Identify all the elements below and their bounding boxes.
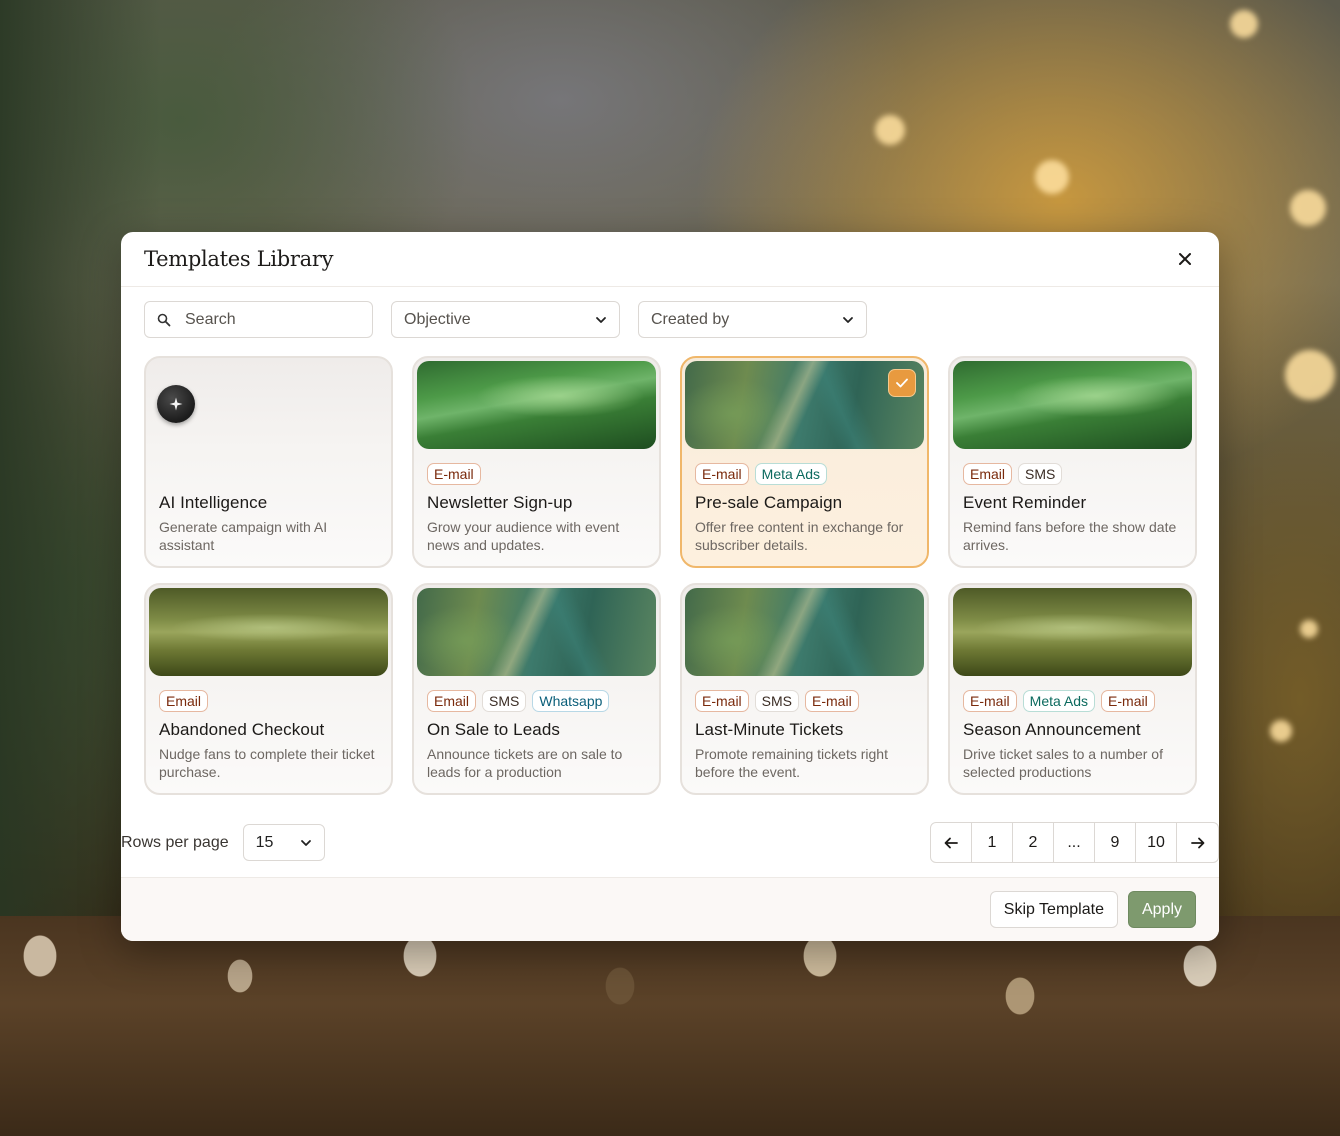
modal-header: Templates Library	[121, 232, 1219, 287]
check-icon	[896, 378, 908, 388]
card-tags: E-mail Meta Ads	[695, 463, 924, 485]
close-icon	[1179, 253, 1191, 265]
tag-email: E-mail	[695, 690, 749, 712]
page-button-10[interactable]: 10	[1136, 823, 1177, 862]
card-thumbnail	[953, 361, 1192, 449]
selected-check-badge	[888, 369, 916, 397]
card-thumbnail	[685, 588, 924, 676]
tag-email: E-mail	[1101, 690, 1155, 712]
bokeh-light	[875, 115, 905, 145]
chevron-down-icon	[595, 316, 607, 324]
card-thumbnail	[417, 361, 656, 449]
card-title: AI Intelligence	[159, 493, 268, 512]
tag-meta-ads: Meta Ads	[1022, 690, 1096, 712]
card-title: Season Announcement	[963, 720, 1141, 739]
search-icon	[157, 313, 171, 327]
tag-email: Email	[427, 690, 477, 712]
card-tags: Email SMS Whatsapp	[427, 690, 656, 712]
card-description: Grow your audience with event news and u…	[427, 519, 620, 553]
card-description: Offer free content in exchange for subsc…	[695, 519, 904, 553]
template-card-abandoned-checkout[interactable]: Email Abandoned Checkout Nudge fans to c…	[144, 583, 393, 795]
card-thumbnail	[685, 361, 924, 449]
template-grid: AI Intelligence Generate campaign with A…	[144, 356, 1197, 795]
arrow-right-icon	[1190, 837, 1204, 848]
template-card-newsletter-signup[interactable]: E-mail Newsletter Sign-up Grow your audi…	[412, 356, 661, 568]
search-input[interactable]	[185, 310, 355, 329]
tag-email: E-mail	[695, 463, 749, 485]
tag-sms: SMS	[482, 690, 527, 712]
tag-email: E-mail	[427, 463, 481, 485]
template-card-event-reminder[interactable]: Email SMS Event Reminder Remind fans bef…	[948, 356, 1197, 568]
card-description: Nudge fans to complete their ticket purc…	[159, 746, 375, 780]
card-tags: Email SMS	[963, 463, 1192, 485]
close-button[interactable]	[1173, 247, 1197, 271]
card-description: Drive ticket sales to a number of select…	[963, 746, 1163, 780]
card-title: Newsletter Sign-up	[427, 493, 573, 512]
objective-select[interactable]: Objective	[391, 301, 620, 338]
tag-sms: SMS	[754, 690, 800, 712]
card-title: Event Reminder	[963, 493, 1087, 512]
created-by-select[interactable]: Created by	[638, 301, 867, 338]
tag-whatsapp: Whatsapp	[532, 690, 610, 712]
skip-template-button[interactable]: Skip Template	[989, 891, 1118, 928]
page-button-2[interactable]: 2	[1013, 823, 1054, 862]
created-by-select-label: Created by	[651, 310, 730, 328]
card-tags: E-mail SMS E-mail	[695, 690, 924, 712]
card-title: On Sale to Leads	[427, 720, 560, 739]
page-button-9[interactable]: 9	[1095, 823, 1136, 862]
tag-sms: SMS	[1018, 463, 1063, 485]
tag-email: Email	[963, 463, 1013, 485]
card-thumbnail	[149, 588, 388, 676]
card-title: Abandoned Checkout	[159, 720, 325, 739]
pagination: 1 2 ... 9 10	[930, 822, 1219, 863]
tag-email: Email	[159, 690, 209, 712]
bokeh-light	[1300, 620, 1318, 638]
tag-email: E-mail	[805, 690, 859, 712]
template-card-on-sale-to-leads[interactable]: Email SMS Whatsapp On Sale to Leads Anno…	[412, 583, 661, 795]
card-thumbnail	[417, 588, 656, 676]
search-field[interactable]	[144, 301, 373, 338]
card-tags: Email	[159, 690, 388, 712]
filter-bar: Objective Created by	[144, 301, 867, 338]
card-description: Remind fans before the show date arrives…	[963, 519, 1177, 553]
prev-page-button[interactable]	[931, 823, 972, 862]
template-card-last-minute-tickets[interactable]: E-mail SMS E-mail Last-Minute Tickets Pr…	[680, 583, 929, 795]
background-crowd	[0, 916, 1340, 1136]
card-description: Generate campaign with AI assistant	[159, 519, 328, 553]
next-page-button[interactable]	[1177, 823, 1218, 862]
bokeh-light	[1035, 160, 1069, 194]
bokeh-light	[1270, 720, 1292, 742]
apply-button[interactable]: Apply	[1127, 891, 1196, 928]
modal-title: Templates Library	[144, 247, 334, 271]
rows-per-page-label: Rows per page	[121, 833, 229, 851]
bokeh-light	[1230, 10, 1258, 38]
rows-per-page-value: 15	[255, 833, 274, 851]
bokeh-light	[1290, 190, 1326, 226]
tag-meta-ads: Meta Ads	[754, 463, 828, 485]
bokeh-light	[1285, 350, 1335, 400]
template-card-ai-intelligence[interactable]: AI Intelligence Generate campaign with A…	[144, 356, 393, 568]
card-tags: E-mail Meta Ads E-mail	[963, 690, 1192, 712]
template-card-pre-sale-campaign[interactable]: E-mail Meta Ads Pre-sale Campaign Offer …	[680, 356, 929, 568]
card-title: Pre-sale Campaign	[695, 493, 843, 512]
arrow-left-icon	[944, 837, 958, 848]
rows-per-page-select[interactable]: 15	[242, 824, 325, 861]
templates-library-modal: Templates Library Objective Created by	[121, 232, 1219, 941]
card-thumbnail	[953, 588, 1192, 676]
page-button-1[interactable]: 1	[972, 823, 1013, 862]
chevron-down-icon	[300, 834, 312, 852]
card-description: Announce tickets are on sale to leads fo…	[427, 746, 623, 780]
card-tags: E-mail	[427, 463, 656, 485]
modal-footer: Skip Template Apply	[121, 877, 1219, 941]
chevron-down-icon	[842, 316, 854, 324]
objective-select-label: Objective	[404, 310, 471, 328]
tag-email: E-mail	[963, 690, 1017, 712]
rows-per-page: Rows per page 15	[121, 824, 325, 861]
card-description: Promote remaining tickets right before t…	[695, 746, 888, 780]
card-title: Last-Minute Tickets	[695, 720, 844, 739]
template-card-season-announcement[interactable]: E-mail Meta Ads E-mail Season Announceme…	[948, 583, 1197, 795]
page-ellipsis: ...	[1054, 823, 1095, 862]
